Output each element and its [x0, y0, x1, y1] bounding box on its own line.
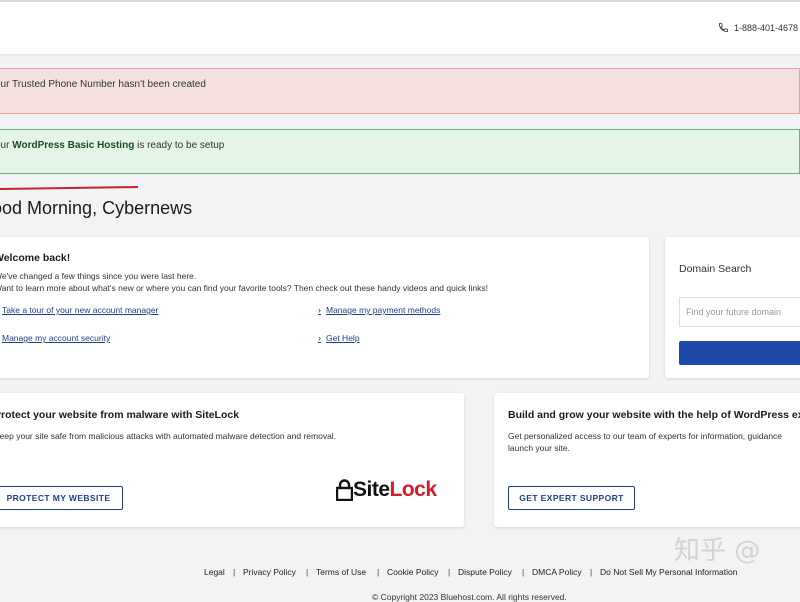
welcome-title: Welcome back!	[0, 252, 71, 264]
domain-search-title: Domain Search	[679, 263, 752, 275]
link-payment-methods[interactable]: › Manage my payment methods	[318, 305, 440, 315]
footer-link-legal[interactable]: Legal	[204, 567, 225, 577]
domain-search-input[interactable]	[679, 297, 800, 327]
phone-alert-text: our Trusted Phone Number hasn't been cre…	[0, 79, 206, 90]
hosting-ready-alert: our WordPress Basic Hosting is ready to …	[0, 129, 800, 174]
footer-link-privacy[interactable]: Privacy Policy	[243, 567, 296, 577]
welcome-line-2: Want to learn more about what's new or w…	[0, 283, 488, 293]
hosting-product-name[interactable]: WordPress Basic Hosting	[12, 140, 134, 151]
domain-search-card: Domain Search	[665, 237, 800, 378]
chevron-right-icon: ›	[318, 333, 321, 343]
phone-number: 1-888-401-4678	[733, 22, 798, 33]
link-account-security[interactable]: › Manage my account security	[0, 333, 110, 343]
welcome-line-1: We've changed a few things since you wer…	[0, 271, 197, 281]
sitelock-title: Protect your website from malware with S…	[0, 409, 240, 421]
link-get-help[interactable]: › Get Help	[318, 333, 360, 343]
page-title: ood Morning, Cybernews	[0, 198, 193, 218]
greeting-accent-line	[0, 186, 139, 190]
phone-number-alert: our Trusted Phone Number hasn't been cre…	[0, 68, 800, 114]
expert-description-1: Get personalized access to our team of e…	[508, 431, 783, 441]
chevron-right-icon: ›	[318, 305, 321, 315]
copyright-text: © Copyright 2023 Bluehost.com. All right…	[372, 592, 567, 602]
footer-link-dispute[interactable]: Dispute Policy	[458, 567, 512, 577]
sitelock-description: Keep your site safe from malicious attac…	[0, 431, 337, 441]
padlock-icon	[336, 479, 353, 501]
expert-title: Build and grow your website with the hel…	[508, 409, 800, 421]
link-account-tour[interactable]: › Take a tour of your new account manage…	[0, 305, 158, 315]
phone-icon	[718, 22, 728, 33]
get-expert-support-button[interactable]: GET EXPERT SUPPORT	[508, 486, 635, 510]
welcome-card: Welcome back! We've changed a few things…	[0, 237, 649, 378]
footer-link-terms[interactable]: Terms of Use	[316, 567, 366, 577]
footer-link-cookie[interactable]: Cookie Policy	[387, 567, 439, 577]
footer-link-do-not-sell[interactable]: Do Not Sell My Personal Information	[600, 567, 737, 577]
domain-search-button[interactable]	[679, 341, 800, 365]
expert-support-card: Build and grow your website with the hel…	[494, 393, 800, 527]
expert-description-2: launch your site.	[508, 443, 570, 453]
support-phone[interactable]: 1-888-401-4678	[718, 22, 798, 33]
footer-link-dmca[interactable]: DMCA Policy	[532, 567, 582, 577]
sitelock-card: Protect your website from malware with S…	[0, 393, 464, 527]
protect-website-button[interactable]: PROTECT MY WEBSITE	[0, 486, 123, 510]
sitelock-logo: SiteLock	[336, 478, 437, 502]
top-header: 1-888-401-4678	[0, 0, 800, 54]
hosting-alert-text: our WordPress Basic Hosting is ready to …	[0, 140, 225, 151]
watermark: 知乎 @	[674, 536, 761, 566]
